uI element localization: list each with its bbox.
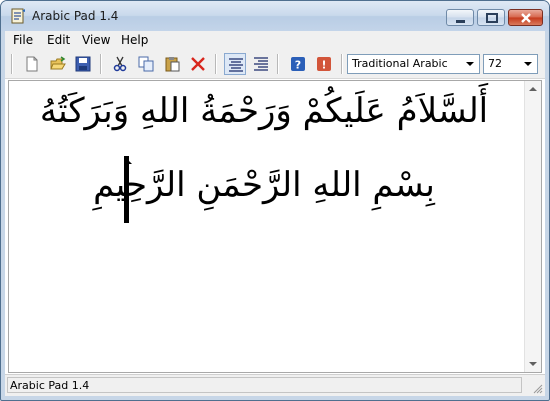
align-left-button[interactable] [224, 53, 246, 75]
font-name-value: Traditional Arabic [352, 57, 448, 70]
editor-line-1[interactable]: أَلسَّلاَمُ عَلَيكُمْ وَرَحْمَةُ اللهِ و… [9, 91, 519, 131]
copy-icon [138, 56, 154, 72]
chevron-down-icon[interactable] [520, 56, 536, 72]
chevron-down-icon[interactable] [462, 56, 478, 72]
close-button[interactable] [508, 9, 543, 26]
cut-button[interactable] [109, 53, 131, 75]
toolbar-separator [215, 54, 217, 74]
copy-button[interactable] [135, 53, 157, 75]
toolbar: ? ! Traditional Arabic 72 [5, 50, 545, 79]
scroll-up-icon[interactable] [529, 87, 537, 91]
app-window: Arabic Pad 1.4 File Edit View Help ? ! T… [0, 0, 550, 401]
help-button[interactable]: ? [287, 53, 309, 75]
toolbar-separator [100, 54, 102, 74]
open-button[interactable] [47, 53, 69, 75]
scroll-down-icon[interactable] [529, 362, 537, 366]
align-right-icon [254, 57, 268, 71]
minimize-button[interactable] [446, 9, 474, 26]
about-icon: ! [317, 57, 331, 72]
toolbar-grip [11, 54, 13, 74]
save-button[interactable] [72, 53, 94, 75]
editor-line-2[interactable]: بِسْمِ اللهِ الرَّحْمَنِ الرَّحِيمِ [9, 165, 519, 205]
status-bar: Arabic Pad 1.4 [5, 374, 545, 396]
open-folder-icon [50, 56, 66, 70]
svg-text:!: ! [321, 59, 326, 72]
close-icon [521, 13, 531, 23]
align-left-icon [229, 58, 243, 72]
new-document-icon [26, 56, 38, 72]
menu-bar: File Edit View Help [5, 31, 545, 50]
resize-grip-icon[interactable] [531, 382, 543, 394]
menu-file[interactable]: File [13, 33, 33, 47]
status-text: Arabic Pad 1.4 [10, 379, 90, 392]
svg-text:?: ? [295, 59, 301, 72]
maximize-icon [486, 13, 498, 23]
title-bar[interactable]: Arabic Pad 1.4 [1, 1, 549, 31]
window-title: Arabic Pad 1.4 [32, 9, 119, 23]
cut-icon [113, 56, 127, 72]
menu-edit[interactable]: Edit [47, 33, 70, 47]
paste-icon [165, 57, 180, 72]
paste-button[interactable] [161, 53, 183, 75]
font-size-value: 72 [488, 57, 502, 70]
vertical-scrollbar[interactable] [524, 81, 541, 372]
app-icon [10, 8, 26, 24]
delete-icon [191, 57, 205, 71]
delete-button[interactable] [187, 53, 209, 75]
toolbar-separator [341, 54, 343, 74]
menu-help[interactable]: Help [121, 33, 148, 47]
caret-direction-marker [124, 156, 132, 164]
minimize-icon [456, 20, 465, 23]
align-right-button[interactable] [250, 53, 272, 75]
help-icon: ? [291, 57, 305, 72]
text-caret [124, 156, 129, 223]
save-icon [75, 56, 91, 72]
menu-view[interactable]: View [82, 33, 110, 47]
client-area: File Edit View Help ? ! Traditional Arab… [5, 31, 545, 396]
font-name-select[interactable]: Traditional Arabic [347, 54, 480, 74]
new-button[interactable] [21, 53, 43, 75]
text-editor[interactable]: أَلسَّلاَمُ عَلَيكُمْ وَرَحْمَةُ اللهِ و… [8, 80, 542, 373]
toolbar-separator [277, 54, 279, 74]
about-button[interactable]: ! [313, 53, 335, 75]
maximize-button[interactable] [477, 9, 505, 26]
font-size-select[interactable]: 72 [483, 54, 538, 74]
